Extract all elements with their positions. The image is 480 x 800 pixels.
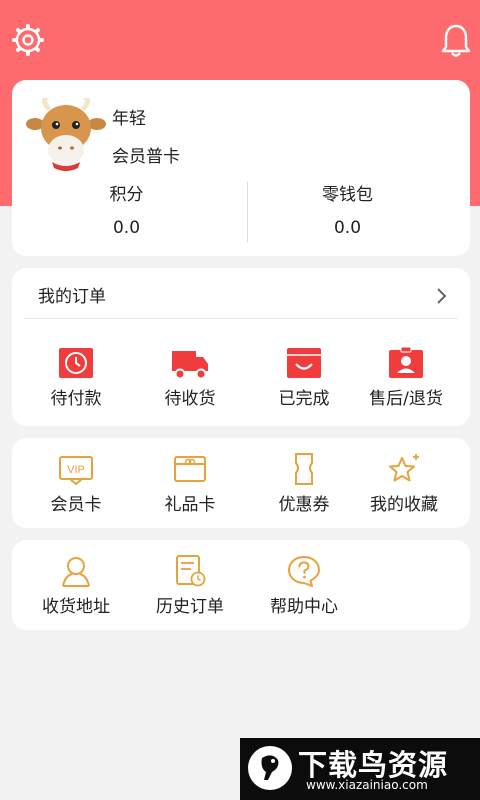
member-level: 会员普卡 xyxy=(112,147,180,167)
avatar[interactable] xyxy=(26,98,106,174)
history-orders-entry[interactable]: 历史订单 xyxy=(133,554,247,618)
order-pending-receipt[interactable]: 待收货 xyxy=(133,346,247,410)
bell-icon[interactable] xyxy=(438,20,474,60)
wallet-value: 0.0 xyxy=(333,218,362,238)
history-order-icon xyxy=(176,555,206,587)
service-item-label: 礼品卡 xyxy=(164,495,216,515)
vip-badge-text: VIP xyxy=(67,464,85,476)
profile-card: 年轻 会员普卡 积分 0.0 零钱包 0.0 xyxy=(12,80,470,256)
gift-card-icon xyxy=(174,456,206,482)
service-item-label: 我的收藏 xyxy=(370,495,438,515)
bird-icon xyxy=(261,755,279,780)
gear-icon[interactable] xyxy=(10,20,46,60)
star-icon xyxy=(389,454,419,482)
service-item-label: 会员卡 xyxy=(50,495,102,515)
points-value: 0.0 xyxy=(112,218,141,238)
smile-icon xyxy=(287,348,321,378)
address-entry[interactable]: 收货地址 xyxy=(19,554,133,618)
points-stat[interactable]: 积分 0.0 xyxy=(12,182,241,240)
order-item-label: 待付款 xyxy=(50,389,102,409)
vip-card-icon: VIP xyxy=(59,456,93,486)
order-pending-payment[interactable]: 待付款 xyxy=(19,346,133,410)
divider xyxy=(24,318,458,319)
chevron-right-icon[interactable] xyxy=(436,286,448,306)
tools-card: 收货地址 历史订单 帮助中心 xyxy=(12,540,470,630)
favorites-entry[interactable]: 我的收藏 xyxy=(347,452,461,516)
coupon-icon xyxy=(295,453,313,485)
order-completed[interactable]: 已完成 xyxy=(247,346,361,410)
orders-card: 我的订单 待付款 待收货 已完成 售后/退货 xyxy=(12,268,470,426)
order-item-label: 已完成 xyxy=(278,389,330,409)
wallet-label: 零钱包 xyxy=(322,185,373,205)
watermark-logo xyxy=(248,746,292,790)
clock-icon xyxy=(59,348,93,378)
help-center-entry[interactable]: 帮助中心 xyxy=(247,554,361,618)
watermark: 下载鸟资源 www.xiazainiao.com xyxy=(240,738,480,800)
member-card-entry[interactable]: VIP 会员卡 xyxy=(19,452,133,516)
services-card: VIP 会员卡 礼品卡 优惠券 我的收藏 xyxy=(12,438,470,528)
order-item-label: 售后/退货 xyxy=(369,389,443,409)
coupon-entry[interactable]: 优惠券 xyxy=(247,452,361,516)
service-item-label: 优惠券 xyxy=(278,495,330,515)
order-item-label: 待收货 xyxy=(164,389,216,409)
location-person-icon xyxy=(62,557,90,587)
order-after-sales[interactable]: 售后/退货 xyxy=(349,346,463,410)
tool-item-label: 帮助中心 xyxy=(270,597,338,617)
points-label: 积分 xyxy=(109,185,144,205)
tool-item-label: 历史订单 xyxy=(156,597,224,617)
username: 年轻 xyxy=(112,109,146,129)
tool-item-label: 收货地址 xyxy=(42,597,110,617)
watermark-url: www.xiazainiao.com xyxy=(306,778,428,792)
help-icon xyxy=(288,556,320,587)
person-badge-icon xyxy=(389,346,423,378)
truck-icon xyxy=(172,351,208,380)
orders-title[interactable]: 我的订单 xyxy=(38,282,106,307)
gift-card-entry[interactable]: 礼品卡 xyxy=(133,452,247,516)
wallet-stat[interactable]: 零钱包 0.0 xyxy=(233,182,462,240)
